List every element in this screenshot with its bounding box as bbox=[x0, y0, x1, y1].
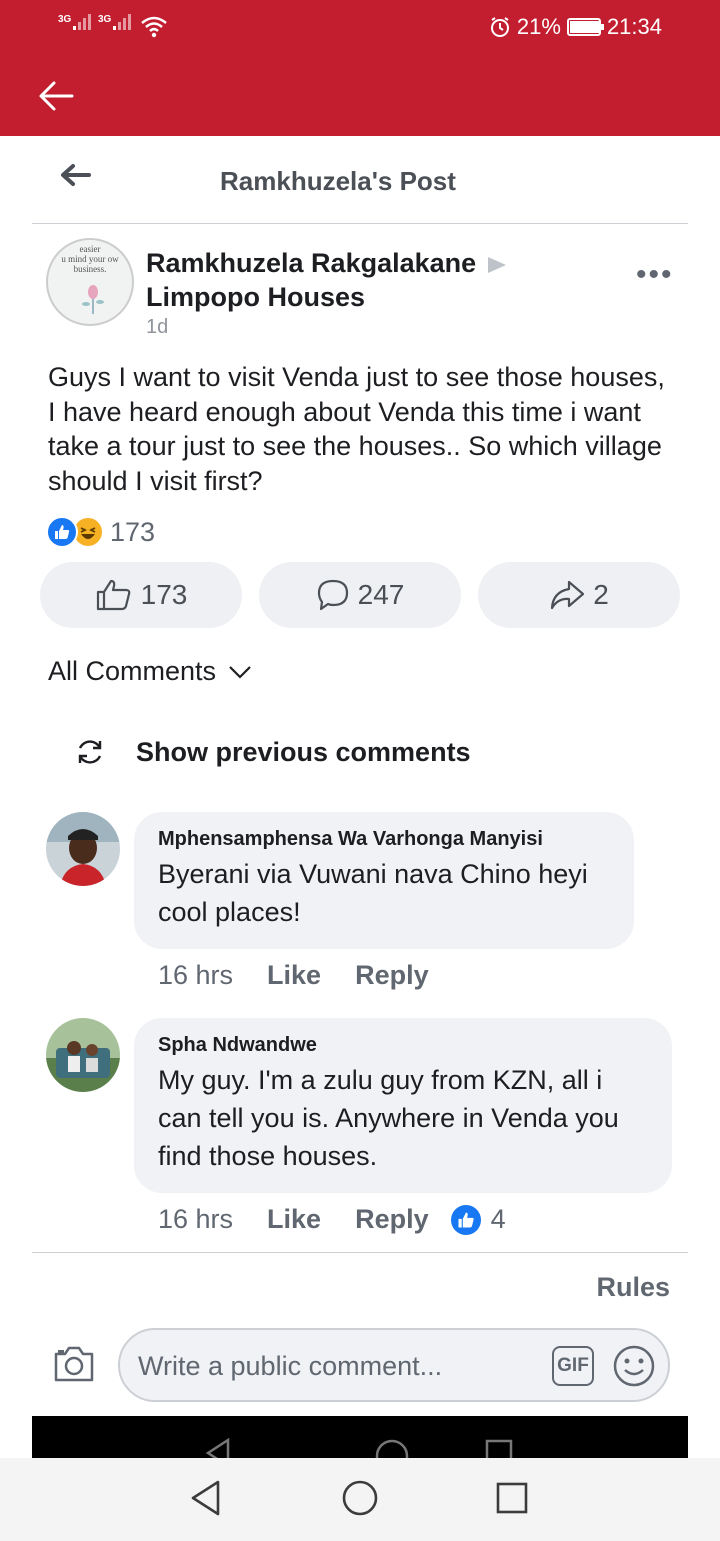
rules-link[interactable]: Rules bbox=[596, 1272, 670, 1303]
clock: 21:34 bbox=[606, 14, 662, 39]
signal-bars-2-icon bbox=[113, 14, 132, 30]
comment-reply-button[interactable]: Reply bbox=[355, 1204, 429, 1235]
comment-bubble[interactable]: Mphensamphensa Wa Varhonga Manyisi Byera… bbox=[134, 812, 634, 949]
thumbs-up-icon bbox=[96, 579, 130, 611]
wifi-icon bbox=[141, 16, 167, 38]
author-name[interactable]: Ramkhuzela Rakgalakane bbox=[146, 248, 476, 278]
profile-photo-image bbox=[46, 1018, 120, 1092]
signal-1: 3G bbox=[58, 14, 92, 30]
comment-bubble-icon bbox=[317, 579, 348, 611]
show-previous-comments[interactable]: Show previous comments bbox=[74, 736, 471, 768]
inner-navigation-bar bbox=[32, 1416, 688, 1458]
camera-icon[interactable] bbox=[52, 1344, 96, 1384]
comment-count: 247 bbox=[357, 579, 405, 610]
comment-text: Byerani via Vuwani nava Chino heyi cool … bbox=[158, 859, 588, 927]
commenter-name[interactable]: Spha Ndwandwe bbox=[158, 1034, 648, 1057]
app-header-bar: 3G 3G 21% 21:34 bbox=[0, 0, 720, 136]
like-reaction-icon bbox=[46, 516, 78, 548]
commenter-name[interactable]: Mphensamphensa Wa Varhonga Manyisi bbox=[158, 828, 610, 851]
comment-input[interactable] bbox=[138, 1344, 538, 1388]
reaction-count: 173 bbox=[110, 516, 156, 547]
comment-button[interactable]: 247 bbox=[259, 562, 461, 628]
refresh-icon bbox=[78, 740, 102, 764]
inner-home-icon bbox=[375, 1439, 409, 1458]
comment-meta: 16 hrs Like Reply bbox=[158, 960, 429, 991]
post-time: 1d bbox=[146, 316, 169, 338]
like-reaction-icon bbox=[450, 1204, 481, 1235]
comment-like-button[interactable]: Like bbox=[267, 1204, 321, 1235]
share-count: 2 bbox=[593, 579, 609, 610]
comment-like-button[interactable]: Like bbox=[267, 960, 321, 991]
comment-reaction-count: 4 bbox=[490, 1204, 506, 1234]
reaction-summary[interactable]: 173 bbox=[46, 516, 155, 548]
chevron-down-icon bbox=[229, 665, 251, 679]
comment-filter-label: All Comments bbox=[48, 656, 217, 686]
commenter-avatar[interactable] bbox=[46, 812, 120, 886]
status-right: 21% 21:34 bbox=[489, 14, 662, 40]
battery-icon bbox=[566, 18, 604, 36]
system-navigation-bar bbox=[0, 1458, 720, 1541]
comment-reply-button[interactable]: Reply bbox=[355, 960, 429, 991]
group-name[interactable]: Limpopo Houses bbox=[146, 280, 506, 314]
emoji-icon[interactable] bbox=[612, 1344, 656, 1388]
avatar-caption: easier u mind your ow business. bbox=[61, 244, 119, 274]
avatar-flower-image bbox=[82, 285, 104, 314]
comment-filter-dropdown[interactable]: All Comments bbox=[48, 656, 252, 687]
network-type-1: 3G bbox=[58, 14, 72, 25]
arrow-right-icon bbox=[488, 256, 507, 273]
author-avatar[interactable]: easier u mind your ow business. bbox=[46, 238, 134, 326]
app-back-arrow-icon[interactable] bbox=[36, 76, 76, 116]
like-count: 173 bbox=[140, 579, 188, 610]
divider bbox=[32, 1252, 688, 1253]
nav-home-icon[interactable] bbox=[340, 1478, 380, 1518]
inner-back-icon bbox=[205, 1438, 230, 1458]
comment-bubble[interactable]: Spha Ndwandwe My guy. I'm a zulu guy fro… bbox=[134, 1018, 672, 1193]
like-button[interactable]: 173 bbox=[40, 562, 242, 628]
gif-button[interactable]: GIF bbox=[552, 1346, 594, 1386]
profile-photo-image bbox=[46, 812, 120, 886]
back-arrow-icon[interactable] bbox=[58, 158, 92, 192]
comment-meta: 16 hrs Like Reply 4 bbox=[158, 1204, 506, 1235]
status-bar: 3G 3G 21% 21:34 bbox=[0, 0, 720, 56]
nav-recents-icon[interactable] bbox=[494, 1478, 530, 1518]
comment-composer[interactable]: GIF bbox=[118, 1328, 670, 1402]
post-header: Ramkhuzela's Post bbox=[32, 136, 688, 224]
signal-bars-1-icon bbox=[73, 14, 92, 30]
more-options-icon[interactable]: ••• bbox=[636, 258, 674, 292]
signal-2: 3G bbox=[98, 14, 132, 30]
battery-percent: 21% bbox=[516, 14, 561, 39]
comment-text: My guy. I'm a zulu guy from KZN, all i c… bbox=[158, 1065, 619, 1171]
share-button[interactable]: 2 bbox=[478, 562, 680, 628]
inner-recents-icon bbox=[485, 1439, 513, 1458]
share-arrow-icon bbox=[551, 580, 585, 610]
show-previous-label: Show previous comments bbox=[136, 736, 471, 767]
page-title: Ramkhuzela's Post bbox=[220, 166, 456, 196]
comment-time: 16 hrs bbox=[158, 960, 234, 990]
alarm-icon bbox=[490, 17, 509, 37]
commenter-avatar[interactable] bbox=[46, 1018, 120, 1092]
network-type-2: 3G bbox=[98, 14, 112, 25]
nav-back-icon[interactable] bbox=[188, 1478, 224, 1518]
post-author-block: Ramkhuzela Rakgalakane Limpopo Houses bbox=[146, 246, 507, 314]
comment-time: 16 hrs bbox=[158, 1204, 234, 1234]
post-text: Guys I want to visit Venda just to see t… bbox=[48, 362, 665, 496]
